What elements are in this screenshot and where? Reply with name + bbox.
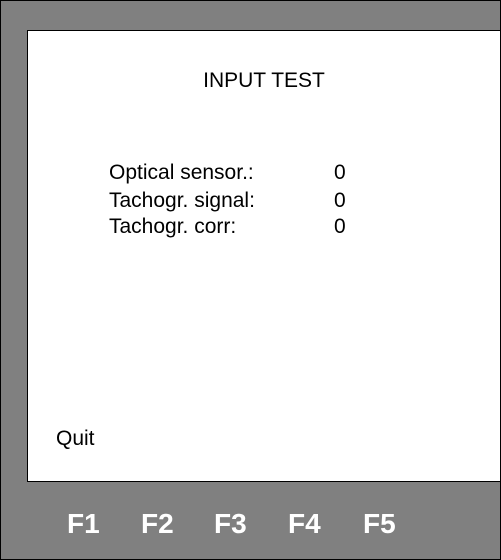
optical-sensor-label: Optical sensor.:	[109, 161, 254, 184]
f4-key[interactable]: F4	[288, 507, 321, 541]
tachograph-correction-value: 0	[334, 215, 346, 238]
display-screen: INPUT TEST Optical sensor.: 0 Tachogr. s…	[27, 30, 501, 482]
quit-softkey[interactable]: Quit	[56, 427, 95, 451]
f5-key[interactable]: F5	[363, 507, 396, 541]
optical-sensor-value: 0	[334, 161, 346, 184]
f2-key[interactable]: F2	[141, 507, 174, 541]
tachograph-signal-label: Tachogr. signal:	[109, 189, 255, 212]
screen-title: INPUT TEST	[203, 69, 325, 92]
f3-key[interactable]: F3	[214, 507, 247, 541]
device-frame: INPUT TEST Optical sensor.: 0 Tachogr. s…	[0, 0, 501, 560]
f1-key[interactable]: F1	[67, 507, 100, 541]
tachograph-signal-value: 0	[334, 189, 346, 212]
tachograph-correction-label: Tachogr. corr:	[109, 215, 237, 238]
